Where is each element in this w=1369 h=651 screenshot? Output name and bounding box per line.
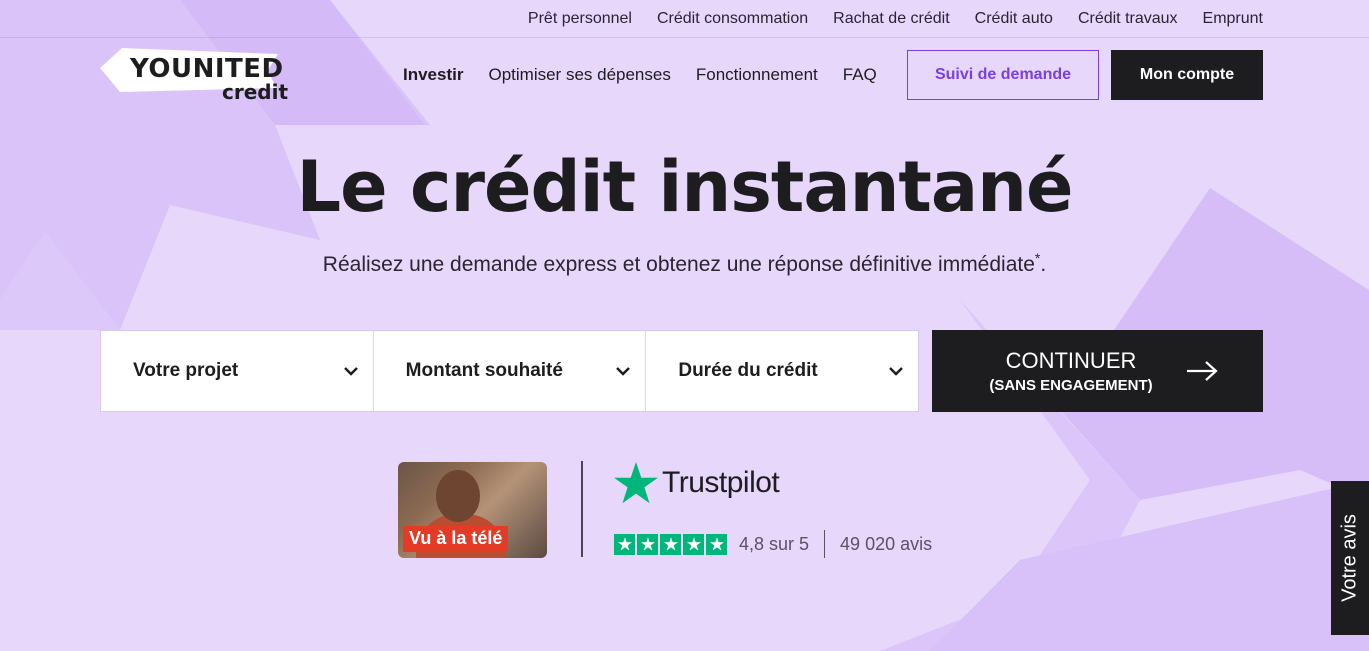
votre-avis-feedback-tab[interactable]: Votre avis <box>1331 481 1369 635</box>
mon-compte-button[interactable]: Mon compte <box>1111 50 1263 100</box>
star-icon <box>614 533 635 555</box>
trustpilot-star-icon <box>614 462 658 504</box>
logo-text-credit: credit <box>222 80 289 104</box>
top-link-credit-auto[interactable]: Crédit auto <box>975 10 1053 28</box>
continuer-button[interactable]: CONTINUER (SANS ENGAGEMENT) <box>932 330 1263 412</box>
votre-avis-label: Votre avis <box>1338 514 1361 602</box>
top-link-emprunt[interactable]: Emprunt <box>1203 10 1263 28</box>
brand-logo[interactable]: YOUNITED credit <box>100 44 295 104</box>
top-link-rachat-de-credit[interactable]: Rachat de crédit <box>833 10 950 28</box>
arrow-right-icon <box>1187 361 1218 381</box>
tv-person-head <box>436 470 480 522</box>
top-links: Prêt personnel Crédit consommation Racha… <box>528 10 1263 28</box>
main-nav: Investir Optimiser ses dépenses Fonction… <box>403 65 877 85</box>
top-link-pret-personnel[interactable]: Prêt personnel <box>528 10 632 28</box>
trustpilot-separator <box>824 530 826 558</box>
select-montant-label: Montant souhaité <box>405 360 563 381</box>
top-link-credit-consommation[interactable]: Crédit consommation <box>657 10 808 28</box>
nav-item-investir[interactable]: Investir <box>403 65 463 85</box>
trustpilot-rating[interactable]: 4,8 sur 5 49 020 avis <box>614 530 932 558</box>
vertical-divider <box>581 461 583 557</box>
trustpilot-stars <box>614 533 727 555</box>
select-projet-label: Votre projet <box>133 360 239 381</box>
top-link-credit-travaux[interactable]: Crédit travaux <box>1078 10 1178 28</box>
nav-item-optimiser[interactable]: Optimiser ses dépenses <box>488 65 670 85</box>
hero-subtitle: Réalisez une demande express et obtenez … <box>0 250 1369 277</box>
tv-label: Vu à la télé <box>403 526 509 552</box>
select-montant[interactable]: Montant souhaité <box>374 331 647 411</box>
continuer-label: CONTINUER <box>1005 348 1137 373</box>
star-icon <box>706 533 727 555</box>
vu-a-la-tele-thumbnail[interactable]: Vu à la télé <box>398 462 547 558</box>
select-projet[interactable]: Votre projet <box>101 331 374 411</box>
nav-item-fonctionnement[interactable]: Fonctionnement <box>696 65 818 85</box>
chevron-down-icon <box>889 367 903 376</box>
star-icon <box>637 533 658 555</box>
star-icon <box>683 533 704 555</box>
credit-simulator-form: Votre projet Montant souhaité Durée du c… <box>100 330 919 412</box>
chevron-down-icon <box>343 367 358 376</box>
select-duree-label: Durée du crédit <box>678 360 818 381</box>
select-duree[interactable]: Durée du crédit <box>646 331 918 411</box>
suivi-demande-button[interactable]: Suivi de demande <box>907 50 1099 100</box>
star-icon <box>660 533 681 555</box>
top-utility-bar: Prêt personnel Crédit consommation Racha… <box>0 0 1369 38</box>
nav-item-faq[interactable]: FAQ <box>843 65 877 85</box>
trustpilot-review-count: 49 020 avis <box>840 533 933 554</box>
trustpilot-logo[interactable]: Trustpilot <box>614 462 780 504</box>
hero-subtitle-end: . <box>1040 253 1047 276</box>
trustpilot-score: 4,8 sur 5 <box>739 533 810 554</box>
hero-subtitle-text: Réalisez une demande express et obtenez … <box>322 253 1035 276</box>
chevron-down-icon <box>616 367 631 376</box>
hero-title: Le crédit instantané <box>296 146 1074 228</box>
trustpilot-name: Trustpilot <box>662 466 780 499</box>
continuer-sublabel: (SANS ENGAGEMENT) <box>989 377 1153 394</box>
